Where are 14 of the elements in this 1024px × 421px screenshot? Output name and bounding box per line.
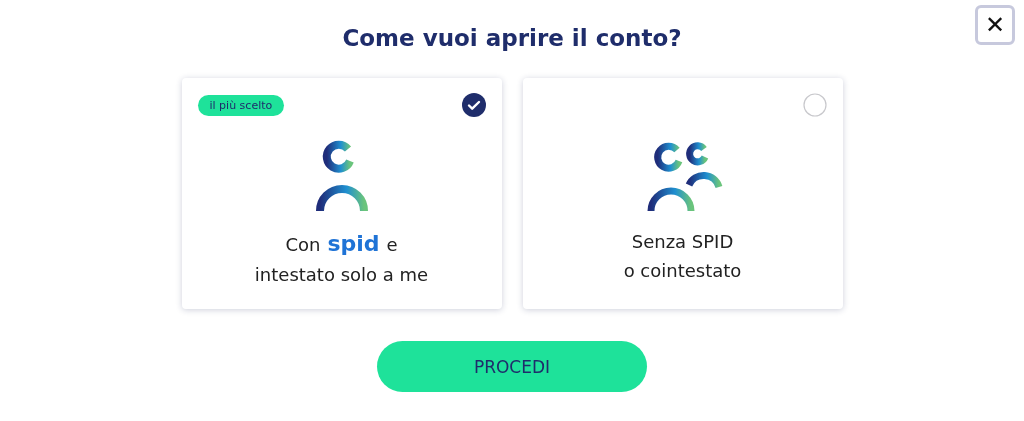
option-label: intestato solo a me bbox=[254, 264, 429, 285]
option-label: e bbox=[386, 234, 398, 255]
option-card[interactable]: il più scelto Con spid e intestato solo a me bbox=[181, 78, 502, 309]
popular-badge: il più scelto bbox=[197, 94, 285, 116]
close-button[interactable]: ✕ bbox=[975, 5, 1015, 45]
option-label: Senza SPID bbox=[631, 231, 734, 252]
radio-icon[interactable] bbox=[802, 93, 827, 117]
checked-radio-icon[interactable] bbox=[461, 93, 486, 117]
option-label: o cointestato bbox=[623, 260, 742, 281]
spid-logo: spid bbox=[327, 231, 380, 256]
proceed-button[interactable]: PROCEDI bbox=[377, 341, 647, 392]
option-label: Con bbox=[285, 234, 321, 255]
dialog-title: Come vuoi aprire il conto? bbox=[342, 24, 682, 53]
option-card[interactable]: Senza SPID o cointestato bbox=[522, 78, 843, 309]
